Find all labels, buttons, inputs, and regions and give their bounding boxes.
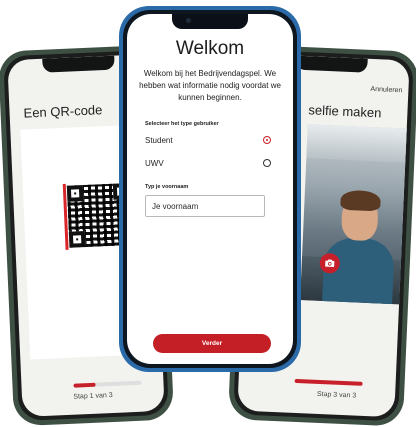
phone-center: Welkom Welkom bij het Bedrijvendagspel. …	[119, 6, 301, 372]
person-hair	[340, 189, 381, 212]
user-type-label: Selecteer het type gebruiker	[145, 121, 219, 127]
qr-finder-pattern	[66, 185, 84, 202]
progress-bar	[73, 380, 142, 388]
welcome-screen: Welkom Welkom bij het Bedrijvendagspel. …	[127, 14, 293, 364]
camera-icon	[325, 259, 335, 267]
classroom-window	[306, 124, 408, 163]
screen-title: Een QR-code	[23, 102, 103, 121]
first-name-label: Typ je voornaam	[145, 184, 189, 190]
continue-button[interactable]: Verder	[153, 334, 271, 353]
front-camera-icon	[186, 18, 191, 23]
radio-option-uwv[interactable]: UWV	[145, 155, 271, 171]
phone-notch	[294, 55, 368, 73]
qr-finder-pattern	[68, 231, 86, 248]
radio-button-student[interactable]	[263, 136, 271, 144]
first-name-input[interactable]	[145, 195, 265, 217]
phone-frame: Welkom Welkom bij het Bedrijvendagspel. …	[119, 6, 301, 372]
radio-button-uwv[interactable]	[263, 159, 271, 167]
radio-label: UWV	[145, 158, 164, 168]
phone-notch	[172, 14, 248, 29]
step-indicator: Stap 1 van 3	[73, 391, 113, 401]
intro-text: Welkom bij het Bedrijvendagspel. We hebb…	[139, 69, 281, 102]
screen-title: selfie maken	[308, 102, 382, 121]
radio-option-student[interactable]: Student	[145, 132, 271, 148]
step-indicator: Stap 3 van 3	[316, 390, 357, 400]
progress-fill	[73, 382, 97, 388]
phone-bezel: Welkom Welkom bij het Bedrijvendagspel. …	[123, 10, 297, 368]
page-title: Welkom	[175, 38, 245, 59]
selfie-photo	[300, 124, 408, 305]
progress-bar	[294, 378, 363, 386]
phone-notch	[42, 55, 115, 73]
cancel-link[interactable]: Annuleren	[370, 86, 402, 94]
radio-label: Student	[145, 135, 173, 145]
